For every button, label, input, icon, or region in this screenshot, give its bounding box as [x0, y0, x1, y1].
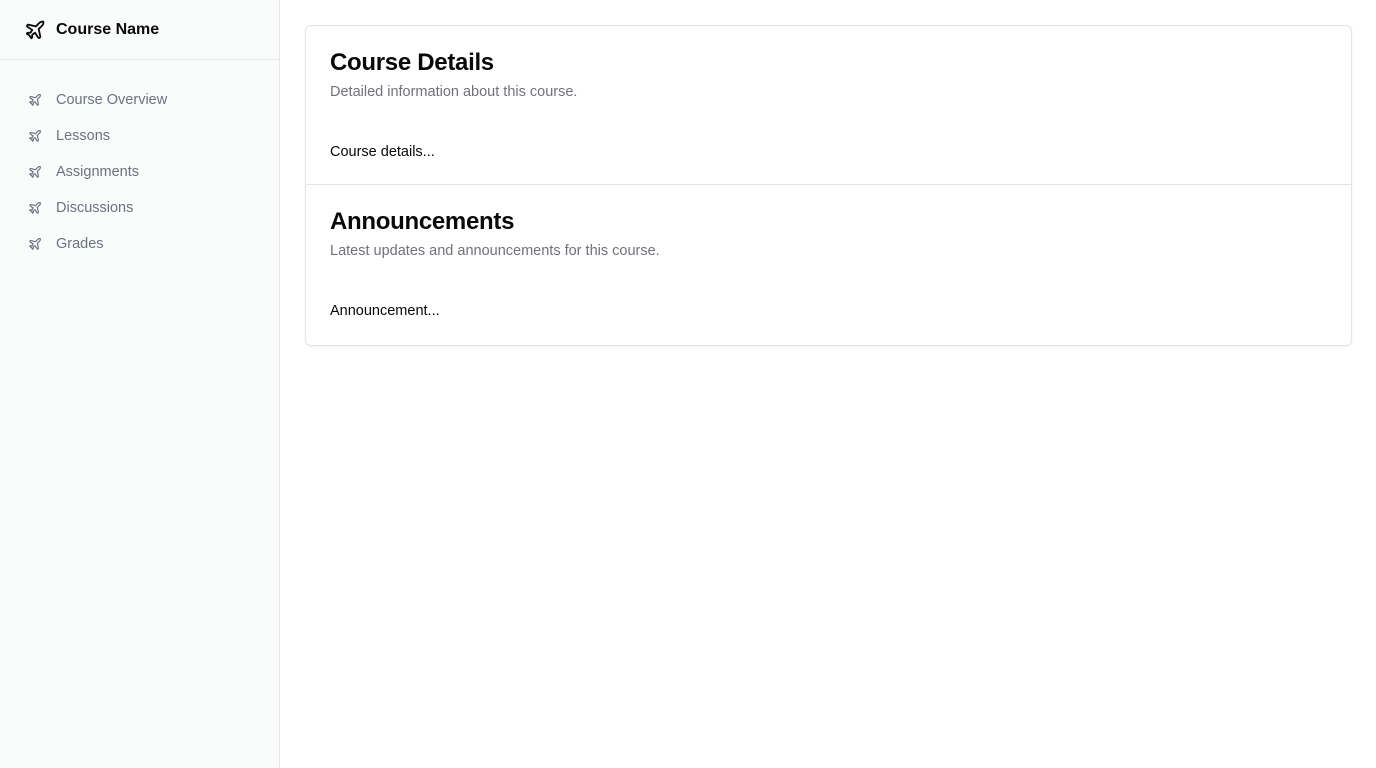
plane-icon — [28, 129, 42, 143]
app-root: Course Name Course Overview Lessons Assi… — [0, 0, 1376, 768]
card-description: Latest updates and announcements for thi… — [330, 243, 660, 259]
sidebar-item-label: Discussions — [56, 200, 134, 216]
sidebar-nav: Course Overview Lessons Assignments Disc… — [0, 60, 279, 262]
card-body-text: Course details... — [330, 144, 435, 160]
sidebar-item-label: Course Overview — [56, 92, 168, 108]
plane-icon — [24, 19, 46, 41]
card-title: Announcements — [330, 208, 515, 235]
plane-icon — [28, 201, 42, 215]
sidebar-item-assignments[interactable]: Assignments — [16, 154, 263, 190]
card-title: Course Details — [330, 49, 494, 76]
course-details-card: Course Details Detailed information abou… — [305, 25, 1352, 185]
sidebar-item-course-overview[interactable]: Course Overview — [16, 82, 263, 118]
card-description: Detailed information about this course. — [330, 84, 578, 100]
sidebar: Course Name Course Overview Lessons Assi… — [0, 0, 280, 768]
sidebar-item-lessons[interactable]: Lessons — [16, 118, 263, 154]
announcements-card: Announcements Latest updates and announc… — [305, 185, 1352, 346]
sidebar-item-label: Grades — [56, 236, 104, 252]
sidebar-item-label: Assignments — [56, 164, 140, 180]
brand-header[interactable]: Course Name — [0, 0, 279, 60]
card-body-text: Announcement... — [330, 303, 440, 319]
sidebar-item-grades[interactable]: Grades — [16, 226, 263, 262]
course-name-title: Course Name — [56, 20, 160, 38]
sidebar-item-label: Lessons — [56, 128, 111, 144]
plane-icon — [28, 237, 42, 251]
main-content: Course Details Detailed information abou… — [280, 0, 1376, 768]
plane-icon — [28, 93, 42, 107]
sidebar-item-discussions[interactable]: Discussions — [16, 190, 263, 226]
plane-icon — [28, 165, 42, 179]
